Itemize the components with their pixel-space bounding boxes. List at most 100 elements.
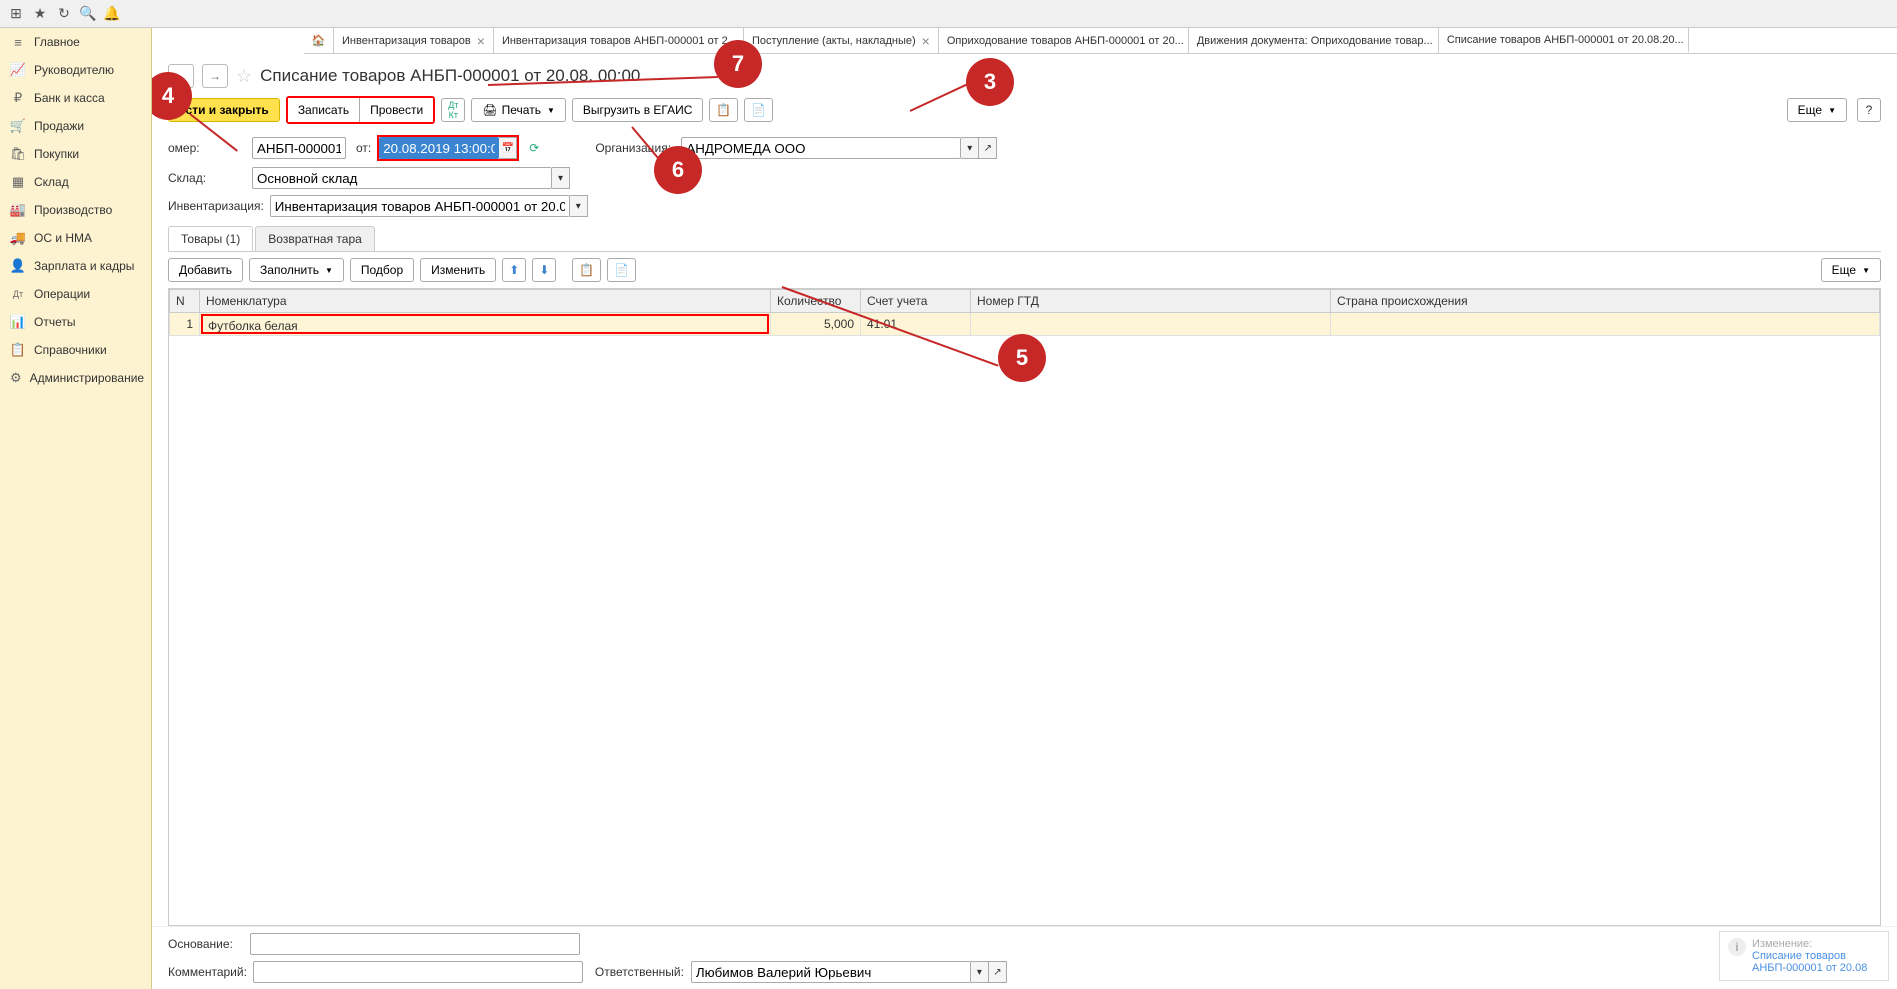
home-tab[interactable]: 🏠 (304, 28, 334, 53)
action-toolbar: ести и закрыть Записать Провести ДтКт 🖨П… (152, 92, 1897, 132)
annotation-3: 3 (966, 58, 1014, 106)
tab-item[interactable]: Инвентаризация товаров АНБП-000001 от 2.… (494, 28, 744, 53)
comment-input[interactable] (253, 961, 583, 983)
dropdown-icon[interactable]: ▾ (570, 195, 588, 217)
refresh-icon[interactable]: ⟳ (529, 141, 539, 155)
tab-goods[interactable]: Товары (1) (168, 226, 253, 251)
open-icon[interactable]: ↗ (979, 137, 997, 159)
sidebar-label: Банк и касса (34, 91, 105, 105)
change-button[interactable]: Изменить (420, 258, 496, 282)
annotation-6: 6 (654, 146, 702, 194)
history-icon[interactable]: ↻ (52, 2, 76, 26)
open-icon[interactable]: ↗ (989, 961, 1007, 983)
sidebar-item-reference[interactable]: 📋Справочники (0, 336, 151, 364)
info-icon: i (1728, 938, 1746, 956)
dropdown-icon[interactable]: ▾ (961, 137, 979, 159)
tab-tara[interactable]: Возвратная тара (255, 226, 375, 251)
calendar-icon[interactable]: 📅 (499, 137, 517, 159)
sidebar-item-sales[interactable]: 🛒Продажи (0, 112, 151, 140)
sidebar-label: Администрирование (30, 371, 144, 385)
move-down-button[interactable]: ⬇ (532, 258, 556, 282)
sidebar-item-operations[interactable]: ДтОперации (0, 280, 151, 308)
sidebar-item-bank[interactable]: ₽Банк и касса (0, 84, 151, 112)
basis-input[interactable] (250, 933, 580, 955)
dropdown-icon[interactable]: ▾ (552, 167, 570, 189)
help-button[interactable]: ? (1857, 98, 1881, 122)
sidebar-item-reports[interactable]: 📊Отчеты (0, 308, 151, 336)
tab-item[interactable]: Поступление (акты, накладные)× (744, 28, 939, 53)
dt-kt-button[interactable]: ДтКт (441, 98, 465, 122)
bell-icon[interactable]: 🔔 (100, 2, 124, 26)
more-button[interactable]: Еще▼ (1787, 98, 1847, 122)
search-icon[interactable]: 🔍 (76, 2, 100, 26)
org-input[interactable] (681, 137, 961, 159)
chevron-down-icon: ▼ (1862, 266, 1870, 275)
favorite-star-icon[interactable]: ☆ (236, 66, 252, 87)
close-icon[interactable]: × (922, 33, 930, 49)
form-row-number: омер: от: 📅 ⟳ Организация: ▾ ↗ (152, 132, 1897, 164)
warehouse-input[interactable] (252, 167, 552, 189)
number-input[interactable] (252, 137, 346, 159)
form-row-inventory: Инвентаризация: ▾ (152, 192, 1897, 220)
select-button[interactable]: Подбор (350, 258, 414, 282)
sidebar-item-warehouse[interactable]: ▦Склад (0, 168, 151, 196)
sidebar-item-salary[interactable]: 👤Зарплата и кадры (0, 252, 151, 280)
chart-icon: 📈 (10, 62, 26, 78)
col-gtd[interactable]: Номер ГТД (971, 290, 1331, 313)
apps-icon[interactable]: ⊞ (4, 2, 28, 26)
document-tabs: 🏠 Инвентаризация товаров× Инвентаризация… (304, 28, 1897, 54)
tab-item[interactable]: Движения документа: Оприходование товар.… (1189, 28, 1439, 53)
date-label: от: (356, 141, 371, 155)
sidebar-label: Покупки (34, 147, 79, 161)
move-up-button[interactable]: ⬆ (502, 258, 526, 282)
cart-icon: 🛒 (10, 118, 26, 134)
tab-label: Инвентаризация товаров АНБП-000001 от 2.… (502, 35, 737, 47)
create-based-button[interactable]: 📋 (709, 98, 738, 122)
notification-link[interactable]: Списание товаров АНБП-000001 от 20.08 (1752, 950, 1867, 974)
resp-input[interactable] (691, 961, 971, 983)
save-button[interactable]: Записать (288, 98, 360, 122)
table-more-button[interactable]: Еще ▼ (1821, 258, 1881, 282)
document-sub-tabs: Товары (1) Возвратная тара (168, 226, 1881, 252)
more-label: Еще (1832, 263, 1856, 277)
chevron-down-icon: ▼ (325, 266, 333, 275)
sidebar-label: Операции (34, 287, 90, 301)
sidebar-item-main[interactable]: ≡Главное (0, 28, 151, 56)
post-button[interactable]: Провести (360, 98, 433, 122)
nav-forward-button[interactable]: → (202, 64, 228, 88)
gear-icon: ⚙ (10, 370, 22, 386)
table-row[interactable]: 1 Футболка белая 5,000 41.01 (170, 313, 1880, 336)
sidebar-item-admin[interactable]: ⚙ Администрирование (0, 364, 151, 392)
form-row-warehouse: Склад: ▾ (152, 164, 1897, 192)
col-acc[interactable]: Счет учета (861, 290, 971, 313)
date-input[interactable] (379, 137, 499, 159)
close-icon[interactable]: × (477, 33, 485, 49)
inventory-input[interactable] (270, 195, 570, 217)
sidebar-label: Руководителю (34, 63, 114, 77)
add-button[interactable]: Добавить (168, 258, 243, 282)
star-icon[interactable]: ★ (28, 2, 52, 26)
copy-button[interactable]: 📋 (572, 258, 601, 282)
fill-button[interactable]: Заполнить▼ (249, 258, 344, 282)
sidebar-item-purchases[interactable]: 🛍Покупки (0, 140, 151, 168)
tab-item-active[interactable]: Списание товаров АНБП-000001 от 20.08.20… (1439, 28, 1689, 53)
print-button[interactable]: 🖨Печать▼ (471, 98, 565, 122)
notification-toast[interactable]: i Изменение: Списание товаров АНБП-00000… (1719, 931, 1889, 981)
egais-button[interactable]: Выгрузить в ЕГАИС (572, 98, 704, 122)
dropdown-icon[interactable]: ▾ (971, 961, 989, 983)
col-origin[interactable]: Страна происхождения (1331, 290, 1880, 313)
paste-button[interactable]: 📄 (607, 258, 636, 282)
cell-qty: 5,000 (771, 313, 861, 336)
sidebar-item-manager[interactable]: 📈 Руководителю (0, 56, 151, 84)
sidebar-label: Склад (34, 175, 69, 189)
sidebar-item-production[interactable]: 🏭Производство (0, 196, 151, 224)
sidebar-item-assets[interactable]: 🚚ОС и НМА (0, 224, 151, 252)
col-nom[interactable]: Номенклатура (200, 290, 771, 313)
document-title: Списание товаров АНБП-000001 от 20.08. 0… (260, 66, 640, 86)
tab-item[interactable]: Инвентаризация товаров× (334, 28, 494, 53)
col-n[interactable]: N (170, 290, 200, 313)
annotation-5: 5 (998, 334, 1046, 382)
attach-button[interactable]: 📄 (744, 98, 773, 122)
tab-item[interactable]: Оприходование товаров АНБП-000001 от 20.… (939, 28, 1189, 53)
more-label: Еще (1798, 103, 1822, 117)
